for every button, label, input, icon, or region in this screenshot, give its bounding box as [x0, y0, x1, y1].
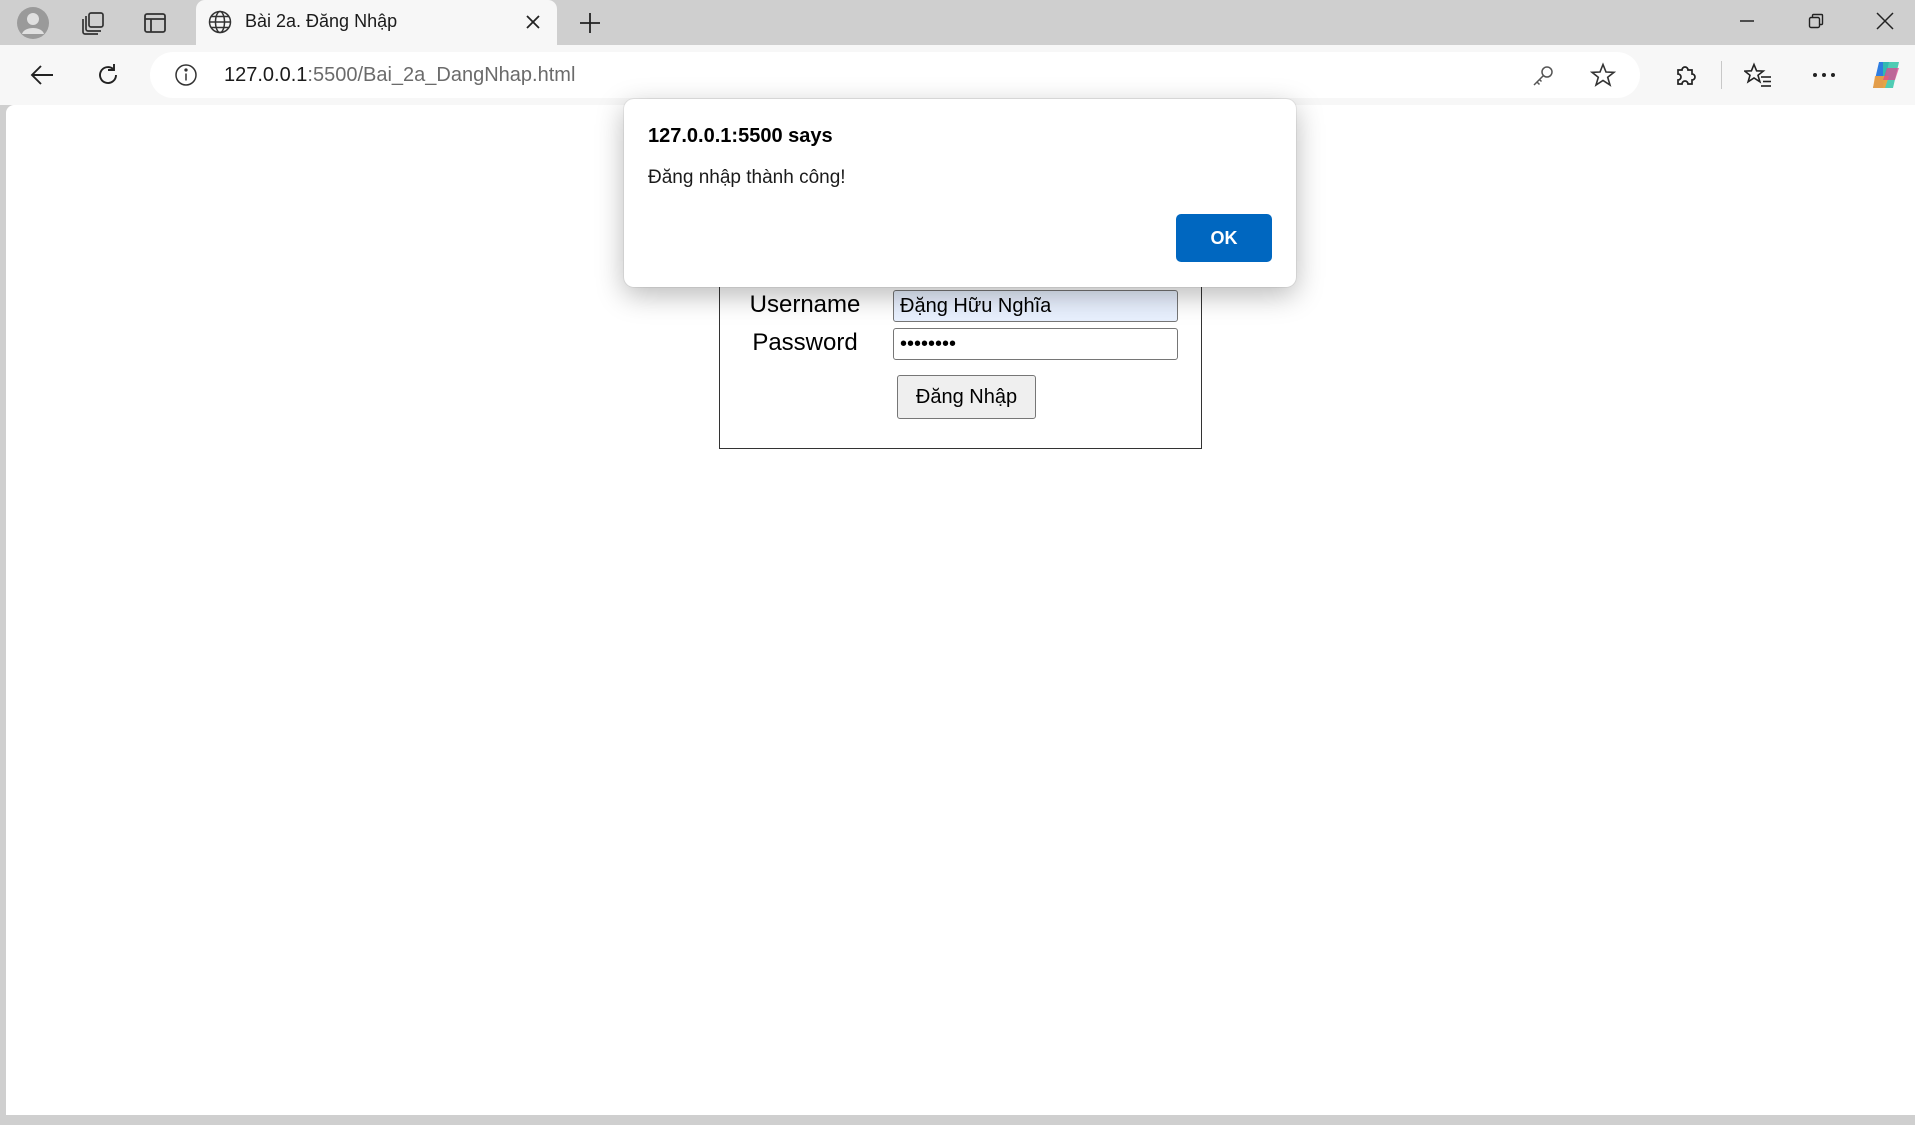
tab-title: Bài 2a. Đăng Nhập — [245, 11, 398, 31]
username-input[interactable] — [893, 290, 1178, 322]
restore-icon — [1808, 13, 1824, 29]
toolbar-divider — [1721, 61, 1722, 89]
password-row: Password — [720, 328, 1201, 360]
vertical-tabs-icon — [144, 13, 166, 33]
back-arrow-icon — [30, 65, 53, 85]
url-text[interactable]: 127.0.0.1:5500/Bai_2a_DangNhap.html — [224, 64, 575, 87]
vertical-tabs-button[interactable] — [135, 4, 175, 42]
restore-button[interactable] — [1782, 0, 1850, 42]
more-icon — [1813, 73, 1835, 77]
workspaces-button[interactable] — [73, 4, 113, 42]
close-icon — [526, 15, 540, 29]
minimize-icon — [1740, 20, 1754, 22]
profile-avatar-icon — [17, 7, 49, 39]
back-button[interactable] — [22, 55, 62, 95]
info-icon[interactable] — [174, 63, 198, 87]
close-icon — [1876, 12, 1894, 30]
globe-icon — [208, 10, 232, 34]
password-label: Password — [752, 329, 858, 356]
alert-title: 127.0.0.1:5500 says — [648, 125, 833, 147]
url-path: :5500/Bai_2a_DangNhap.html — [307, 64, 576, 86]
tab-close-button[interactable] — [519, 8, 547, 36]
window-bottom-edge — [0, 1115, 1915, 1125]
login-form: Username Password Đăng Nhập — [719, 275, 1202, 449]
ok-button[interactable]: OK — [1176, 214, 1272, 262]
url-host: 127.0.0.1 — [224, 64, 308, 86]
close-window-button[interactable] — [1851, 0, 1915, 42]
username-label: Username — [749, 291, 861, 318]
copilot-icon — [1873, 62, 1899, 88]
key-icon[interactable] — [1530, 63, 1556, 89]
copilot-button[interactable] — [1866, 55, 1906, 95]
star-icon[interactable] — [1590, 62, 1616, 88]
browser-toolbar: 127.0.0.1:5500/Bai_2a_DangNhap.html — [0, 45, 1915, 105]
active-tab[interactable]: Bài 2a. Đăng Nhập — [196, 0, 557, 45]
extensions-icon — [1677, 66, 1696, 85]
plus-icon — [580, 13, 600, 33]
favorites-icon — [1744, 62, 1771, 87]
address-bar[interactable]: 127.0.0.1:5500/Bai_2a_DangNhap.html — [150, 52, 1640, 98]
more-button[interactable] — [1804, 55, 1844, 95]
new-tab-button[interactable] — [570, 4, 610, 42]
minimize-button[interactable] — [1713, 0, 1781, 42]
tab-strip: Bài 2a. Đăng Nhập — [0, 0, 1915, 45]
refresh-icon — [99, 64, 117, 84]
extensions-button[interactable] — [1666, 55, 1706, 95]
favorites-button[interactable] — [1738, 55, 1778, 95]
profile-button[interactable] — [13, 4, 53, 42]
login-button[interactable]: Đăng Nhập — [897, 375, 1036, 419]
refresh-button[interactable] — [88, 55, 128, 95]
password-input[interactable] — [893, 328, 1178, 360]
alert-dialog: 127.0.0.1:5500 says Đăng nhập thành công… — [624, 99, 1296, 287]
workspaces-icon — [82, 12, 104, 35]
alert-message: Đăng nhập thành công! — [648, 167, 846, 188]
username-row: Username — [720, 290, 1201, 322]
